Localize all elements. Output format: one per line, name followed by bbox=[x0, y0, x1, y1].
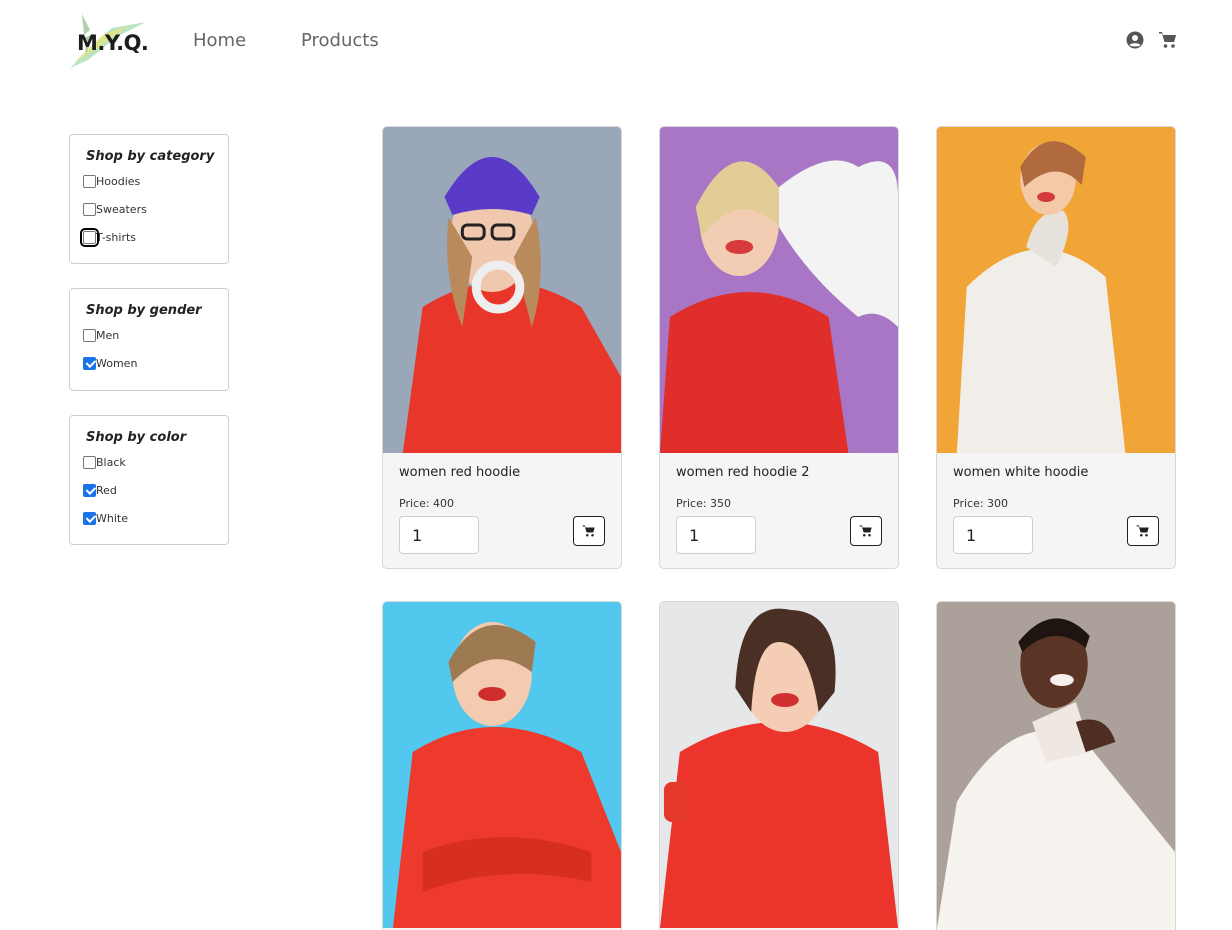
checkbox-white[interactable] bbox=[83, 511, 96, 525]
product-price: Price: 400 bbox=[399, 497, 455, 510]
add-to-cart-button[interactable] bbox=[1127, 516, 1159, 546]
product-photo[interactable] bbox=[937, 602, 1175, 928]
checkbox-hoodies[interactable] bbox=[83, 174, 96, 188]
checkbox-black[interactable] bbox=[83, 455, 96, 469]
quantity-input[interactable] bbox=[399, 516, 479, 554]
quantity-input[interactable] bbox=[953, 516, 1033, 554]
add-to-cart-button[interactable] bbox=[850, 516, 882, 546]
product-photo[interactable] bbox=[383, 127, 621, 453]
filter-option-red[interactable]: Red bbox=[83, 476, 218, 504]
checkbox-red[interactable] bbox=[83, 483, 96, 497]
cart-icon bbox=[582, 525, 595, 537]
filter-option-white[interactable]: White bbox=[83, 504, 218, 532]
gender-filter-panel: Shop by gender Men Women bbox=[69, 288, 229, 391]
nav-products-link[interactable]: Products bbox=[301, 30, 379, 51]
shopping-cart-icon[interactable] bbox=[1158, 30, 1178, 50]
product-card[interactable]: women red hoodie 2 Price: 350 bbox=[659, 126, 899, 569]
svg-text:M.Y.Q.: M.Y.Q. bbox=[77, 31, 148, 55]
product-card[interactable]: women red hoodie Price: 400 bbox=[382, 126, 622, 569]
filter-option-hoodies[interactable]: Hoodies bbox=[83, 167, 218, 195]
category-filter-title: Shop by category bbox=[86, 149, 215, 164]
product-photo[interactable] bbox=[383, 602, 621, 928]
product-photo[interactable] bbox=[937, 127, 1175, 453]
nav-home-link[interactable]: Home bbox=[193, 30, 246, 51]
color-filter-title: Shop by color bbox=[86, 430, 187, 445]
category-filter-panel: Shop by category Hoodies Sweaters T-shir… bbox=[69, 134, 229, 264]
product-name[interactable]: women red hoodie 2 bbox=[676, 465, 882, 480]
color-filter-panel: Shop by color Black Red White bbox=[69, 415, 229, 545]
checkbox-men[interactable] bbox=[83, 328, 96, 342]
product-card[interactable] bbox=[382, 601, 622, 930]
product-name[interactable]: women white hoodie bbox=[953, 465, 1159, 480]
product-price: Price: 350 bbox=[676, 497, 732, 510]
product-card[interactable] bbox=[659, 601, 899, 930]
product-card[interactable]: women white hoodie Price: 300 bbox=[936, 126, 1176, 569]
quantity-input[interactable] bbox=[676, 516, 756, 554]
product-name[interactable]: women red hoodie bbox=[399, 465, 605, 480]
cart-icon bbox=[859, 525, 872, 537]
checkbox-sweaters[interactable] bbox=[83, 202, 96, 216]
filter-option-black[interactable]: Black bbox=[83, 448, 218, 476]
brand-logo[interactable]: M.Y.Q. bbox=[68, 10, 150, 72]
filter-option-sweaters[interactable]: Sweaters bbox=[83, 195, 218, 223]
checkbox-women[interactable] bbox=[83, 356, 96, 370]
account-circle-icon[interactable] bbox=[1125, 30, 1145, 50]
product-price: Price: 300 bbox=[953, 497, 1009, 510]
checkbox-tshirts[interactable] bbox=[80, 227, 99, 247]
gender-filter-title: Shop by gender bbox=[86, 303, 202, 318]
filter-option-women[interactable]: Women bbox=[83, 349, 218, 377]
product-photo[interactable] bbox=[660, 602, 898, 928]
add-to-cart-button[interactable] bbox=[573, 516, 605, 546]
filter-option-men[interactable]: Men bbox=[83, 321, 218, 349]
product-photo[interactable] bbox=[660, 127, 898, 453]
filter-option-tshirts[interactable]: T-shirts bbox=[80, 223, 218, 251]
product-card[interactable] bbox=[936, 601, 1176, 930]
cart-icon bbox=[1136, 525, 1149, 537]
